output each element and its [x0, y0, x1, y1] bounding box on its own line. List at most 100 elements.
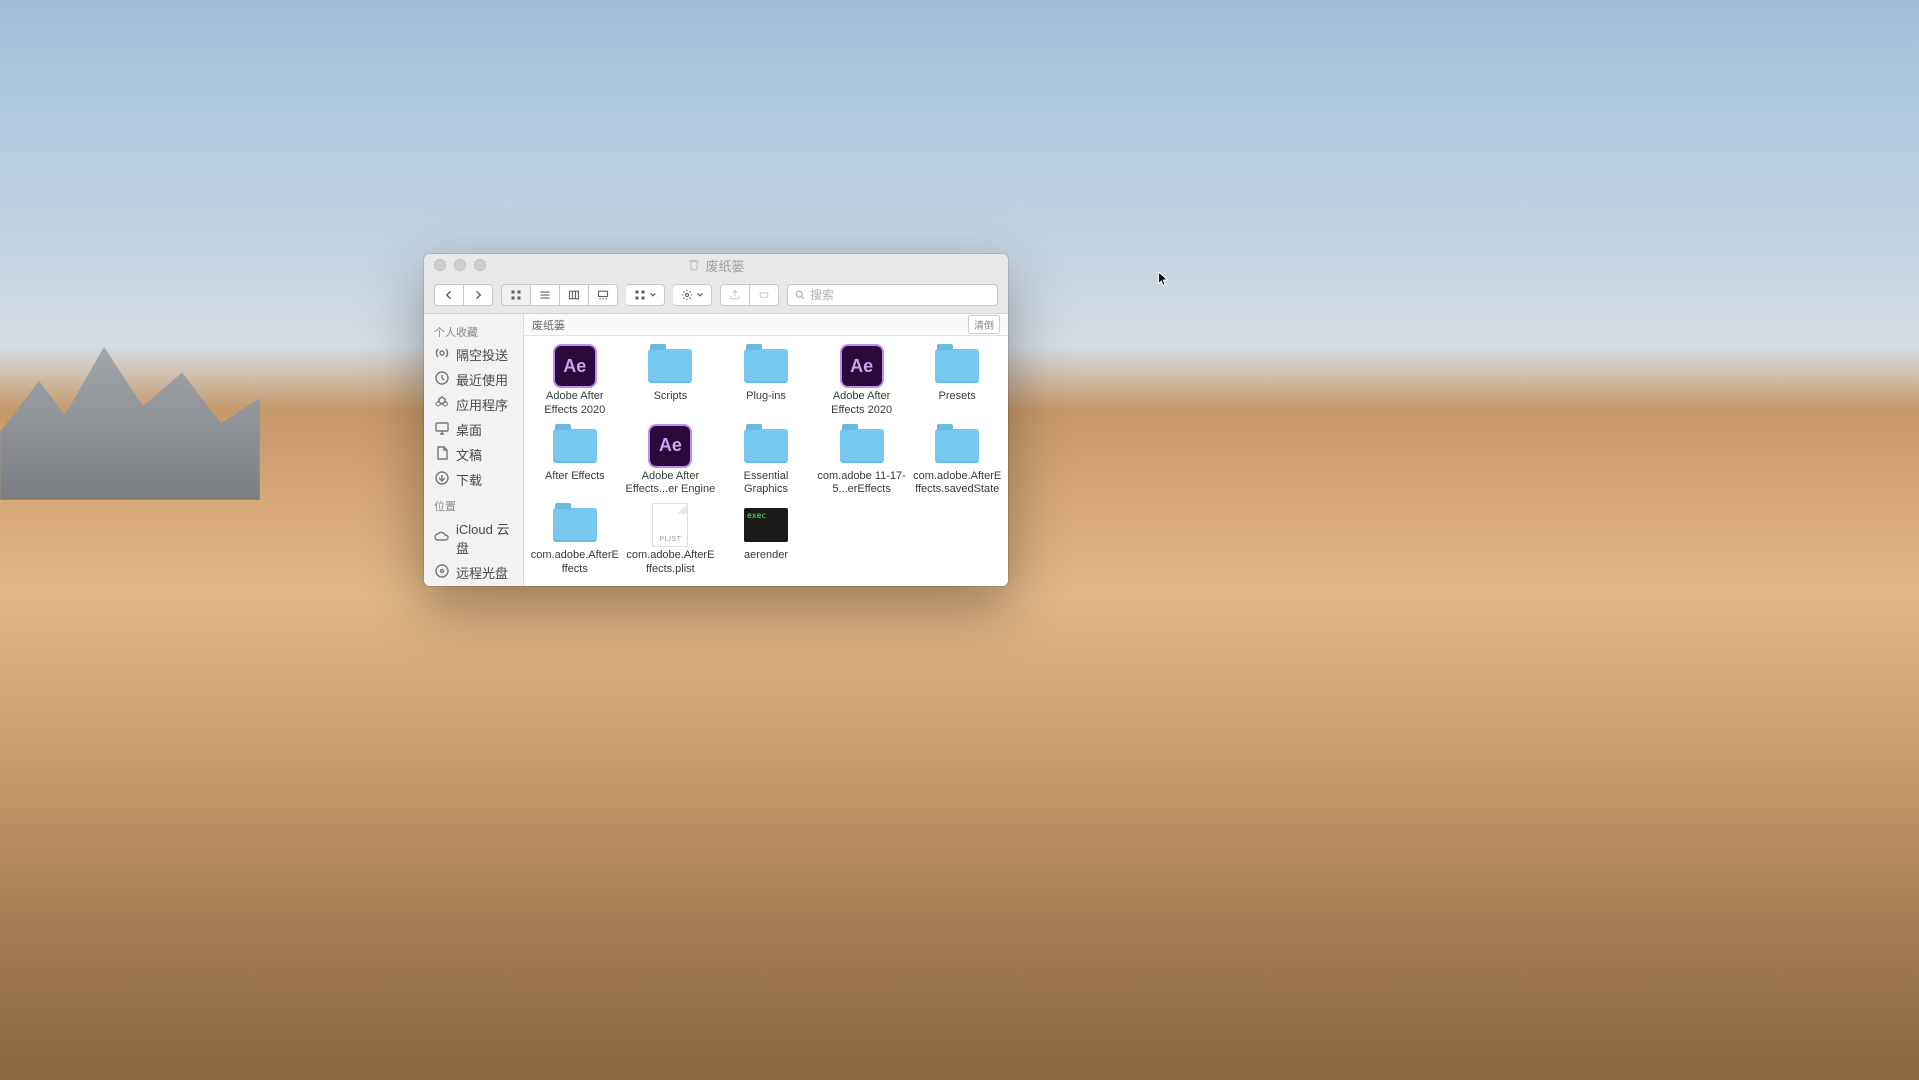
sidebar-item-label: 桌面 [456, 420, 482, 439]
plist-file-icon: PLIST [652, 503, 688, 547]
mouse-cursor [1158, 272, 1170, 288]
sidebar-item-downloads[interactable]: 下载 [424, 467, 523, 492]
ae-app-icon: Ae [648, 424, 692, 468]
file-item[interactable]: com.adobe.AfterEffects.savedState [910, 426, 1004, 498]
file-label: Presets [939, 390, 976, 404]
titlebar[interactable]: 废纸篓 [424, 254, 1008, 276]
main-area: 废纸篓 清倒 AeAdobe After Effects 2020Scripts… [524, 314, 1008, 586]
chevron-down-icon [696, 289, 704, 301]
search-field[interactable]: 搜索 [787, 284, 998, 306]
icloud-icon [434, 529, 450, 548]
file-label: com.adobe.AfterEffects.plist [625, 549, 715, 577]
downloads-icon [434, 470, 450, 489]
list-view-button[interactable] [531, 284, 560, 306]
file-item[interactable]: PLISTcom.adobe.AfterEffects.plist [624, 505, 718, 577]
file-item[interactable]: AeAdobe After Effects 2020 [815, 346, 909, 418]
view-buttons [501, 284, 618, 306]
airdrop-icon [434, 345, 450, 364]
folder-icon [935, 349, 979, 383]
sidebar-item-label: 远程光盘 [456, 563, 508, 582]
file-item[interactable]: com.adobe 11-17-5...erEffects [815, 426, 909, 498]
arrange-button[interactable] [626, 284, 665, 306]
share-icon [728, 289, 742, 301]
folder-icon [935, 429, 979, 463]
file-label: Adobe After Effects 2020 [817, 390, 907, 418]
sidebar-item-label: 文稿 [456, 445, 482, 464]
apps-icon [434, 395, 450, 414]
action-button[interactable] [673, 284, 712, 306]
sidebar-item-airdrop[interactable]: 隔空投送 [424, 342, 523, 367]
folder-icon [553, 429, 597, 463]
file-item[interactable]: Essential Graphics [719, 426, 813, 498]
ae-app-icon: Ae [840, 344, 884, 388]
folder-icon [648, 349, 692, 383]
sidebar-heading: 标签 [424, 585, 523, 586]
file-label: aerender [744, 549, 788, 563]
clock-icon [434, 370, 450, 389]
folder-icon [553, 508, 597, 542]
sidebar-item-disc[interactable]: 远程光盘 [424, 560, 523, 585]
file-label: Adobe After Effects 2020 [530, 390, 620, 418]
sidebar-heading: 位置 [424, 492, 523, 516]
search-placeholder: 搜索 [810, 286, 834, 303]
disc-icon [434, 563, 450, 582]
sidebar-item-label: 最近使用 [456, 370, 508, 389]
sidebar-item-icloud[interactable]: iCloud 云盘 [424, 516, 523, 560]
file-label: Adobe After Effects...er Engine [625, 470, 715, 498]
toolbar: 搜索 [424, 276, 1008, 314]
sidebar[interactable]: 个人收藏隔空投送最近使用应用程序桌面文稿下载位置iCloud 云盘远程光盘标签红… [424, 314, 524, 586]
sidebar-item-label: 下载 [456, 470, 482, 489]
file-item[interactable]: exec aerender [719, 505, 813, 577]
chevron-down-icon [649, 289, 657, 301]
sidebar-item-clock[interactable]: 最近使用 [424, 367, 523, 392]
sidebar-item-label: 隔空投送 [456, 345, 508, 364]
path-bar: 废纸篓 清倒 [524, 314, 1008, 336]
icon-grid[interactable]: AeAdobe After Effects 2020ScriptsPlug-in… [524, 336, 1008, 586]
search-icon [794, 289, 806, 301]
back-button[interactable] [434, 284, 464, 306]
tags-button[interactable] [750, 284, 779, 306]
desktop-icon [434, 420, 450, 439]
folder-icon [744, 349, 788, 383]
docs-icon [434, 445, 450, 464]
file-item[interactable]: Plug-ins [719, 346, 813, 418]
file-item[interactable]: Presets [910, 346, 1004, 418]
sidebar-item-label: 应用程序 [456, 395, 508, 414]
exec-file-icon: exec [744, 508, 788, 542]
share-button[interactable] [720, 284, 750, 306]
sidebar-item-docs[interactable]: 文稿 [424, 442, 523, 467]
sidebar-item-apps[interactable]: 应用程序 [424, 392, 523, 417]
column-view-button[interactable] [560, 284, 589, 306]
file-label: com.adobe.AfterEffects.savedState [912, 470, 1002, 498]
file-item[interactable]: com.adobe.AfterEffects [528, 505, 622, 577]
window-title-text: 废纸篓 [705, 256, 744, 275]
gallery-view-button[interactable] [589, 284, 618, 306]
file-label: Scripts [654, 390, 688, 404]
folder-icon [840, 429, 884, 463]
finder-window: 废纸篓 [424, 254, 1008, 586]
file-label: Plug-ins [746, 390, 786, 404]
sidebar-item-desktop[interactable]: 桌面 [424, 417, 523, 442]
desktop-wallpaper: 废纸篓 [0, 0, 1919, 1080]
trash-icon [687, 258, 701, 272]
file-label: Essential Graphics [721, 470, 811, 498]
folder-icon [744, 429, 788, 463]
file-item[interactable]: AeAdobe After Effects...er Engine [624, 426, 718, 498]
window-title: 废纸篓 [424, 256, 1008, 275]
file-label: After Effects [545, 470, 605, 484]
file-item[interactable]: After Effects [528, 426, 622, 498]
arrange-group [626, 284, 665, 306]
file-item[interactable]: AeAdobe After Effects 2020 [528, 346, 622, 418]
file-label: com.adobe.AfterEffects [530, 549, 620, 577]
gear-icon [680, 289, 694, 301]
forward-button[interactable] [464, 284, 493, 306]
sidebar-heading: 个人收藏 [424, 318, 523, 342]
action-group [673, 284, 712, 306]
file-item[interactable]: Scripts [624, 346, 718, 418]
path-location: 废纸篓 [532, 317, 565, 333]
window-body: 个人收藏隔空投送最近使用应用程序桌面文稿下载位置iCloud 云盘远程光盘标签红… [424, 314, 1008, 586]
icon-view-button[interactable] [501, 284, 531, 306]
sidebar-item-label: iCloud 云盘 [456, 519, 513, 557]
nav-buttons [434, 284, 493, 306]
empty-trash-button[interactable]: 清倒 [968, 315, 1000, 334]
